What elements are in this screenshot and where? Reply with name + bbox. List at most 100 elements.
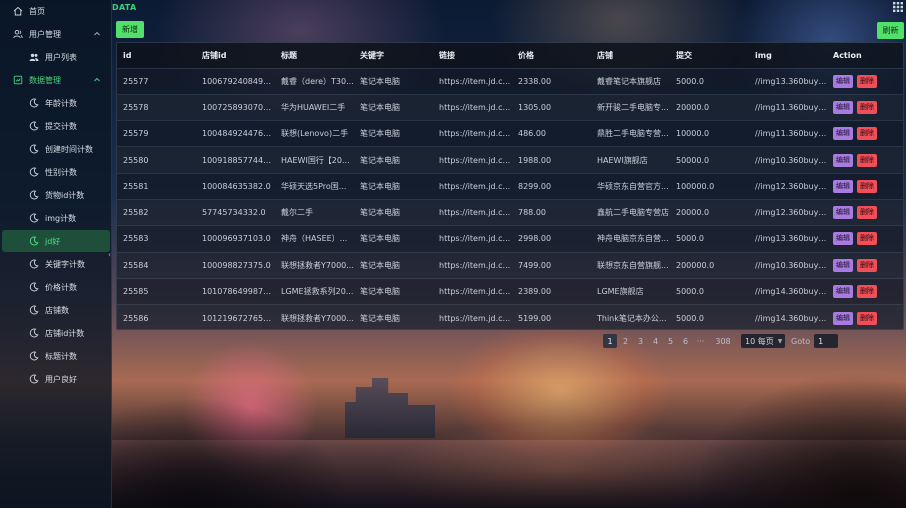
table-row: 25583 100096937103.0 神舟（HASEE）... 笔记本电脑 http…: [117, 225, 903, 253]
table-cell: 笔记本电脑: [354, 120, 433, 147]
table-cell: 联想京东自营旗舰...: [591, 251, 670, 279]
delete-button[interactable]: 删除: [857, 311, 877, 325]
table-row: 25581 100084635382.0 华硕天选5Pro国... 笔记本电脑 http…: [117, 172, 903, 200]
column-header[interactable]: id: [117, 43, 196, 68]
action-cell: 编辑 删除: [827, 225, 903, 253]
page-button[interactable]: 6: [679, 334, 692, 348]
column-header[interactable]: Action: [827, 43, 903, 68]
table-cell: 100000.0: [670, 172, 749, 200]
sidebar-item-home[interactable]: 首页: [0, 0, 111, 22]
page-button-current[interactable]: 1: [603, 334, 617, 348]
delete-button[interactable]: 删除: [857, 206, 877, 220]
column-header[interactable]: 价格: [512, 43, 591, 68]
grid-icon[interactable]: [892, 1, 904, 13]
sidebar-item-img-count[interactable]: img计数: [0, 207, 111, 229]
sidebar-item-label: 创建时间计数: [45, 144, 93, 154]
delete-button[interactable]: 删除: [857, 74, 877, 88]
column-header[interactable]: 链接: [433, 43, 512, 68]
moon-icon: [28, 281, 40, 293]
goto-label: Goto: [791, 336, 811, 346]
column-header[interactable]: 店铺id: [196, 43, 275, 68]
page-button[interactable]: 4: [649, 334, 662, 348]
table-cell: 5199.00: [512, 304, 591, 329]
sidebar-item-goods-id-count[interactable]: 货物id计数: [0, 184, 111, 206]
sidebar-item-shop-id-count[interactable]: 店铺id计数: [0, 322, 111, 344]
table-cell: 1988.00: [512, 146, 591, 174]
table-cell: //img14.360buyi...: [749, 277, 827, 305]
edit-button[interactable]: 编辑: [833, 179, 853, 193]
table-cell: 华硕天选5Pro国...: [275, 172, 354, 200]
page-ellipsis[interactable]: ···: [694, 334, 707, 348]
delete-button[interactable]: 删除: [857, 258, 877, 272]
table-cell: //img10.360buyi...: [749, 146, 827, 174]
delete-button[interactable]: 删除: [857, 285, 877, 299]
sidebar-item-keyword-count[interactable]: 关键字计数: [0, 253, 111, 275]
delete-button[interactable]: 删除: [857, 153, 877, 167]
table-cell: 788.00: [512, 198, 591, 226]
table-cell: https://item.jd.c...: [433, 304, 512, 329]
sidebar-item-label: 关键字计数: [45, 259, 85, 269]
page-button[interactable]: 2: [619, 334, 632, 348]
table-cell: 100098827375.0: [196, 251, 275, 279]
table-cell: //img11.360buyi...: [749, 120, 827, 147]
table-cell: 新开骏二手电脑专...: [591, 93, 670, 121]
sidebar-item-label: 用户良好: [45, 374, 77, 384]
table-cell: 25582: [117, 198, 196, 226]
add-button[interactable]: 新增: [116, 21, 144, 38]
page-button-last[interactable]: 308: [711, 334, 735, 348]
edit-button[interactable]: 编辑: [833, 311, 853, 325]
column-header[interactable]: 标题: [275, 43, 354, 68]
sidebar-item-gender-count[interactable]: 性别计数: [0, 161, 111, 183]
table-cell: 笔记本电脑: [354, 172, 433, 200]
sidebar-item-shop-count[interactable]: 店铺数: [0, 299, 111, 321]
page-button[interactable]: 3: [634, 334, 647, 348]
sidebar-item-jd-good[interactable]: jd好: [2, 230, 110, 252]
sidebar-collapse-icon[interactable]: ‹: [108, 250, 116, 260]
delete-button[interactable]: 删除: [857, 232, 877, 246]
delete-button[interactable]: 删除: [857, 100, 877, 114]
edit-button[interactable]: 编辑: [833, 127, 853, 141]
column-header[interactable]: 提交: [670, 43, 749, 68]
page-size-select[interactable]: 10 每页 ▼: [741, 334, 785, 348]
refresh-button[interactable]: 刷新: [877, 22, 904, 39]
table-cell: 1007258930704...: [196, 93, 275, 121]
table-cell: Think笔记本办公...: [591, 304, 670, 329]
sidebar-item-price-count[interactable]: 价格计数: [0, 276, 111, 298]
delete-button[interactable]: 删除: [857, 127, 877, 141]
column-header[interactable]: img: [749, 43, 827, 68]
table-cell: 25586: [117, 304, 196, 329]
table-row: 25586 1012196727654... 联想拯救者Y7000... 笔记本电脑 h…: [117, 304, 903, 329]
edit-button[interactable]: 编辑: [833, 153, 853, 167]
sidebar-item-user-management[interactable]: 用户管理: [0, 23, 111, 45]
table-cell: 20000.0: [670, 198, 749, 226]
column-header[interactable]: 关键字: [354, 43, 433, 68]
sidebar-item-created-time-count[interactable]: 创建时间计数: [0, 138, 111, 160]
home-icon: [12, 5, 24, 17]
users-icon: [28, 51, 40, 63]
column-header[interactable]: 店铺: [591, 43, 670, 68]
user-group-icon: [12, 28, 24, 40]
table-cell: 1012196727654...: [196, 304, 275, 329]
table-row: 25584 100098827375.0 联想拯救者Y7000... 笔记本电脑 htt…: [117, 251, 903, 279]
sidebar-item-age-count[interactable]: 年龄计数: [0, 92, 111, 114]
edit-button[interactable]: 编辑: [833, 206, 853, 220]
edit-button[interactable]: 编辑: [833, 285, 853, 299]
edit-button[interactable]: 编辑: [833, 258, 853, 272]
sidebar-item-submit-count[interactable]: 提交计数: [0, 115, 111, 137]
edit-button[interactable]: 编辑: [833, 100, 853, 114]
pagination: 1 2 3 4 5 6 ··· 308 10 每页 ▼ Goto: [603, 334, 839, 348]
delete-button[interactable]: 删除: [857, 179, 877, 193]
table-cell: 2338.00: [512, 67, 591, 95]
page-button[interactable]: 5: [664, 334, 677, 348]
moon-icon: [28, 212, 40, 224]
sidebar-item-user-good[interactable]: 用户良好: [0, 368, 111, 390]
goto-input[interactable]: [814, 334, 839, 348]
edit-button[interactable]: 编辑: [833, 74, 853, 88]
table-cell: 鼎胜二手电脑专营...: [591, 120, 670, 147]
sidebar-item-user-list[interactable]: 用户列表: [0, 46, 111, 68]
sidebar-item-data-management[interactable]: 数据管理: [0, 69, 111, 91]
edit-button[interactable]: 编辑: [833, 232, 853, 246]
action-cell: 编辑 删除: [827, 120, 903, 147]
sidebar-item-title-count[interactable]: 标题计数: [0, 345, 111, 367]
page-title: DATA: [112, 3, 137, 12]
